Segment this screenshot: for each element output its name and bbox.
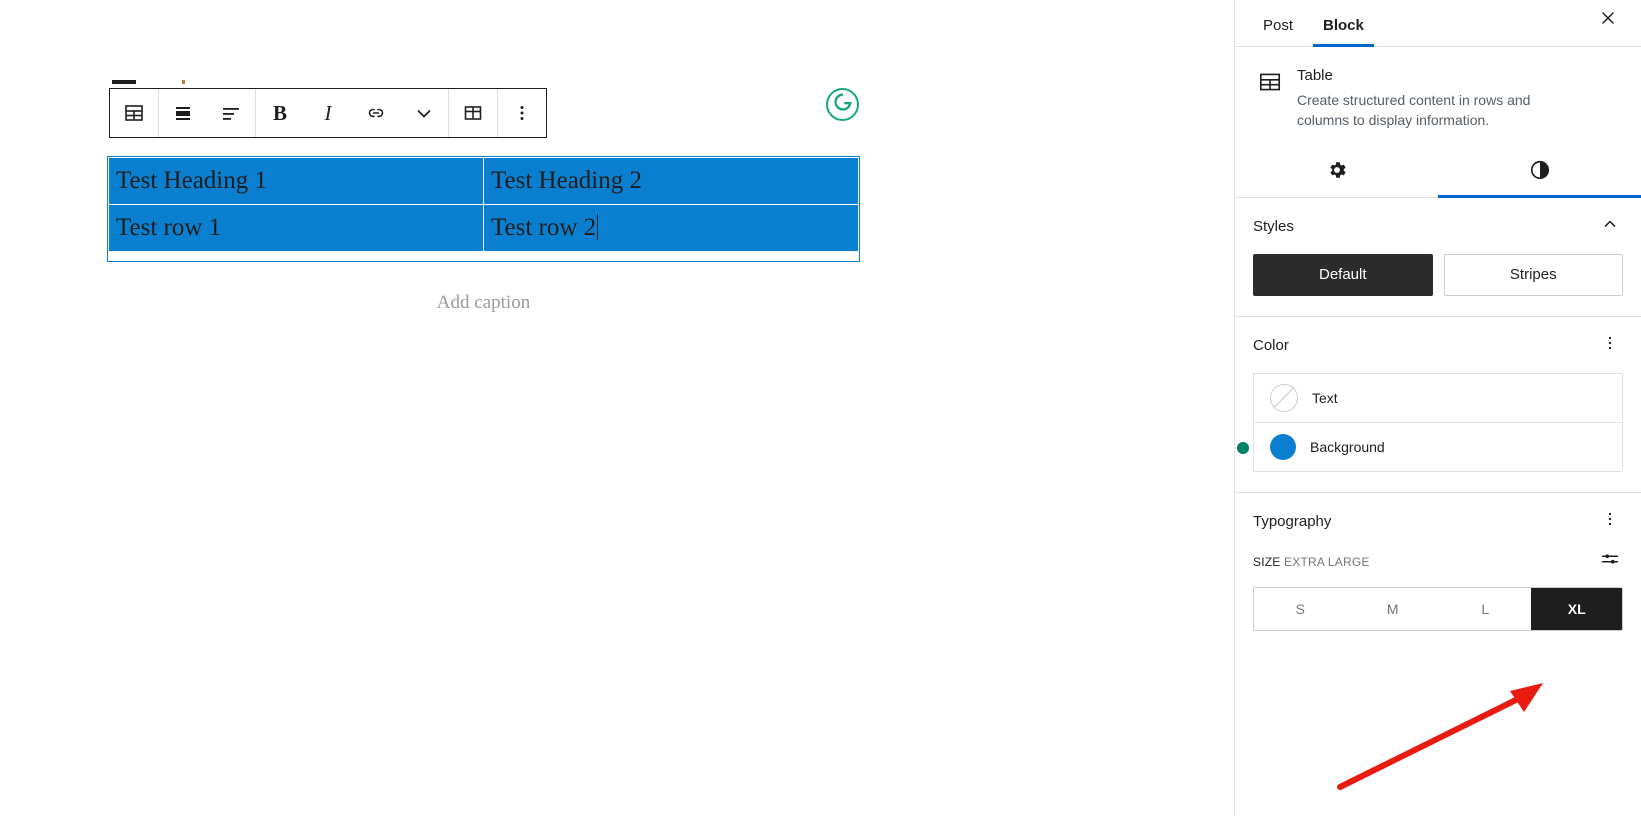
typography-options-button[interactable] — [1597, 509, 1623, 535]
block-card-text: Table Create structured content in rows … — [1297, 67, 1552, 131]
font-size-selector: S M L XL — [1253, 586, 1623, 631]
block-card-table-icon — [1257, 67, 1283, 131]
contrast-icon — [1529, 159, 1551, 186]
toolbar-group-table-edit — [449, 89, 498, 137]
link-icon — [364, 101, 388, 125]
color-option-label: Text — [1312, 389, 1338, 406]
font-size-key: SIZE — [1253, 554, 1281, 569]
table-cell-active[interactable]: Test row 2 — [483, 204, 859, 252]
font-size-xl[interactable]: XL — [1530, 587, 1622, 630]
align-text-button[interactable] — [207, 89, 255, 137]
table-head: Test Heading 1 Test Heading 2 — [108, 157, 859, 205]
text-caret — [597, 214, 599, 240]
chevron-up-icon — [1600, 214, 1620, 239]
italic-icon: I — [324, 100, 332, 125]
style-option-default[interactable]: Default — [1253, 253, 1433, 296]
bold-button[interactable]: B — [256, 89, 304, 137]
font-size-custom-button[interactable] — [1597, 549, 1623, 575]
background-color-swatch — [1270, 433, 1296, 460]
styles-title: Styles — [1253, 218, 1294, 236]
close-icon — [1598, 8, 1618, 33]
color-options-button[interactable] — [1597, 333, 1623, 359]
grammarly-button[interactable] — [826, 88, 859, 121]
font-size-label-row: SIZE EXTRA LARGE — [1253, 549, 1623, 575]
tab-styles[interactable] — [1438, 149, 1641, 198]
color-header: Color — [1253, 333, 1623, 359]
toolbar-drag-handle-tick — [112, 80, 136, 84]
three-dots-vertical-icon — [1600, 333, 1620, 358]
gear-icon — [1326, 159, 1348, 186]
table-cell[interactable]: Test row 1 — [108, 204, 484, 252]
style-variation-buttons: Default Stripes — [1253, 253, 1623, 296]
table-header-cell[interactable]: Test Heading 2 — [483, 157, 859, 205]
table-row: Test row 1 Test row 2 — [108, 204, 859, 252]
typography-title: Typography — [1253, 513, 1332, 531]
table-block[interactable]: Test Heading 1 Test Heading 2 Test row 1… — [108, 157, 859, 252]
italic-button[interactable]: I — [304, 89, 352, 137]
editor-canvas: B I Test Heading 1 Test Heading 2 Test r… — [0, 0, 1234, 816]
block-options-button[interactable] — [498, 89, 546, 137]
close-sidebar-button[interactable] — [1591, 3, 1625, 37]
color-option-background[interactable]: Background — [1254, 423, 1622, 471]
align-block-icon — [171, 101, 195, 125]
font-size-label: SIZE EXTRA LARGE — [1253, 555, 1370, 569]
table-body: Test row 1 Test row 2 — [108, 204, 859, 252]
block-info-card: Table Create structured content in rows … — [1235, 47, 1641, 131]
typography-panel: Typography SIZE EXTRA LARGE S M L XL — [1235, 493, 1641, 651]
bold-icon: B — [272, 100, 287, 125]
styles-panel: Styles Default Stripes — [1235, 198, 1641, 317]
table-header-cell[interactable]: Test Heading 1 — [108, 157, 484, 205]
block-type-table-button[interactable] — [110, 89, 158, 137]
sliders-icon — [1599, 548, 1621, 575]
toolbar-marker-tick — [182, 80, 185, 84]
tab-block[interactable]: Block — [1313, 17, 1374, 47]
color-option-text[interactable]: Text — [1254, 374, 1622, 423]
tab-settings[interactable] — [1235, 149, 1438, 197]
color-title: Color — [1253, 337, 1289, 355]
tab-post[interactable]: Post — [1253, 17, 1303, 46]
styles-header: Styles — [1253, 214, 1623, 240]
table-icon — [122, 101, 146, 125]
toolbar-group-alignment — [159, 89, 256, 137]
three-dots-vertical-icon — [510, 101, 534, 125]
more-rich-text-button[interactable] — [400, 89, 448, 137]
edit-table-button[interactable] — [449, 89, 497, 137]
panel-tab-bar — [1235, 149, 1641, 198]
color-option-list: Text Background — [1253, 372, 1623, 472]
wp-table[interactable]: Test Heading 1 Test Heading 2 Test row 1… — [108, 157, 859, 252]
chevron-down-icon — [412, 101, 436, 125]
typography-header: Typography — [1253, 509, 1623, 535]
style-option-stripes[interactable]: Stripes — [1443, 253, 1623, 296]
toolbar-group-options — [498, 89, 546, 137]
align-text-icon — [219, 101, 243, 125]
teal-status-dot — [1237, 442, 1249, 454]
table-edit-icon — [461, 101, 485, 125]
styles-collapse-button[interactable] — [1597, 214, 1623, 240]
caption-placeholder[interactable]: Add caption — [108, 292, 859, 314]
color-option-label: Background — [1310, 438, 1385, 455]
grammarly-icon — [832, 91, 854, 118]
sidebar-tab-bar: Post Block — [1235, 0, 1641, 47]
font-size-l[interactable]: L — [1439, 587, 1532, 630]
toolbar-group-rich-text: B I — [256, 89, 449, 137]
block-toolbar: B I — [109, 88, 547, 138]
three-dots-vertical-icon — [1600, 509, 1620, 534]
block-card-description: Create structured content in rows and co… — [1297, 92, 1531, 129]
align-block-button[interactable] — [159, 89, 207, 137]
table-header-row: Test Heading 1 Test Heading 2 — [108, 157, 859, 205]
block-settings-sidebar: Post Block Table Create structured conte… — [1234, 0, 1641, 816]
font-size-s[interactable]: S — [1254, 587, 1347, 630]
table-cell-text: Test row 2 — [491, 214, 597, 241]
font-size-m[interactable]: M — [1346, 587, 1439, 630]
link-button[interactable] — [352, 89, 400, 137]
toolbar-group-block-type — [110, 89, 159, 137]
text-color-swatch — [1270, 383, 1298, 412]
font-size-value: EXTRA LARGE — [1284, 554, 1370, 569]
block-card-title: Table — [1297, 67, 1333, 84]
color-panel: Color Text Background — [1235, 317, 1641, 493]
